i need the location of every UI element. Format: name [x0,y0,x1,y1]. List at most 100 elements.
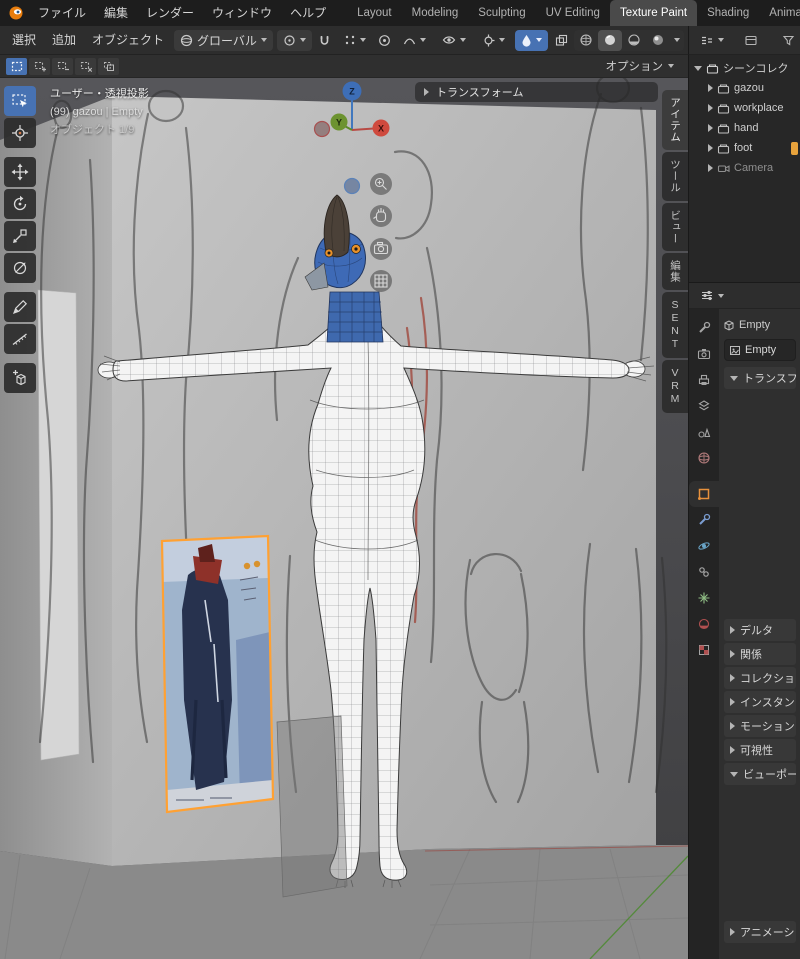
menu-add[interactable]: 追加 [44,27,84,53]
section-transform[interactable]: トランスフ [724,367,796,389]
expand-icon[interactable] [708,104,713,112]
tab-object[interactable] [689,481,719,507]
section-collections[interactable]: コレクショ [724,667,796,689]
outliner-row-foot[interactable]: foot [689,138,800,158]
tab-output[interactable] [689,367,719,393]
tool-measure[interactable] [4,324,36,354]
expand-icon[interactable] [708,84,713,92]
transform-panel-header[interactable]: トランスフォーム [415,82,658,102]
pivot-point-dropdown[interactable] [276,29,312,51]
pivot-icon [283,34,296,47]
shading-wireframe-button[interactable] [574,30,598,51]
tab-view-layer[interactable] [689,393,719,419]
outliner-row-gazou[interactable]: gazou [689,78,800,98]
tab-texture[interactable] [689,637,719,663]
annotation-dropdown[interactable] [515,29,549,51]
reference-image-object[interactable] [160,534,276,814]
section-visibility[interactable]: 可視性 [724,739,796,761]
select-mode-set-button[interactable] [6,57,27,75]
menu-edit[interactable]: 編集 [95,0,137,26]
editor-type-dropdown[interactable] [696,285,728,306]
expand-icon[interactable] [708,164,713,172]
ortho-grid-button[interactable] [370,270,392,292]
tool-rotate[interactable] [4,189,36,219]
sidebar-tab-tool[interactable]: ツール [662,152,688,201]
workspace-tab-texture-paint[interactable]: Texture Paint [609,0,698,26]
editor-type-dropdown[interactable] [696,30,728,51]
select-mode-extend-button[interactable] [29,57,50,75]
outliner-row-camera[interactable]: Camera [689,158,800,178]
options-dropdown[interactable]: オプション [598,58,683,74]
show-object-types-dropdown[interactable] [436,30,472,51]
workspace-tab-sculpting[interactable]: Sculpting [468,0,535,26]
scene-canvas[interactable]: Z Y X [0,78,688,959]
menu-help[interactable]: ヘルプ [281,0,335,26]
select-mode-subtract-button[interactable] [52,57,73,75]
outliner-row-hand[interactable]: hand [689,118,800,138]
tab-physics[interactable] [689,533,719,559]
blender-logo-icon[interactable] [8,5,24,21]
menu-file[interactable]: ファイル [29,0,95,26]
menu-object[interactable]: オブジェクト [84,27,172,53]
tool-scale[interactable] [4,221,36,251]
expand-icon[interactable] [708,124,713,132]
sidebar-tab-item[interactable]: アイテム [662,90,688,150]
tool-add-cube[interactable] [4,363,36,393]
tab-world[interactable] [689,445,719,471]
section-animation[interactable]: アニメーシ [724,921,796,943]
sidebar-tab-view[interactable]: ビュー [662,202,688,251]
shading-material-button[interactable] [622,30,646,51]
zoom-button[interactable] [370,173,392,195]
tab-constraints[interactable] [689,559,719,585]
tool-cursor[interactable] [4,118,36,148]
tab-render[interactable] [689,341,719,367]
filter-icon[interactable] [782,34,795,47]
viewport-3d[interactable]: Z Y X ユーザー・透視投影 (99) gazou | Empty オブジェク… [0,78,688,959]
tool-annotate[interactable] [4,292,36,322]
snap-settings-dropdown[interactable] [338,30,372,51]
tool-transform[interactable] [4,253,36,283]
gizmos-dropdown[interactable] [476,30,511,51]
section-motion-paths[interactable]: モーション [724,715,796,737]
expand-icon[interactable] [694,65,702,71]
outliner-row-scene-collection[interactable]: シーンコレク [689,58,800,78]
falloff-dropdown[interactable] [397,30,432,51]
select-mode-invert-button[interactable] [75,57,96,75]
shading-rendered-button[interactable] [646,30,670,51]
tool-select-box[interactable] [4,86,36,116]
workspace-tab-layout[interactable]: Layout [347,0,402,26]
workspace-tab-shading[interactable]: Shading [697,0,759,26]
section-viewport-display[interactable]: ビューポー [724,763,796,785]
expand-icon[interactable] [708,144,713,152]
sidebar-tab-vrm[interactable]: VRM [662,360,688,413]
section-relations[interactable]: 関係 [724,643,796,665]
edge-on-image-plane[interactable] [276,715,348,898]
snap-toggle-button[interactable] [316,30,334,51]
tab-modifiers[interactable] [689,507,719,533]
workspace-tab-modeling[interactable]: Modeling [402,0,469,26]
transform-orientation-dropdown[interactable]: グローバル [174,29,273,51]
menu-window[interactable]: ウィンドウ [203,0,281,26]
menu-select[interactable]: 選択 [4,27,44,53]
workspace-tab-uv-editing[interactable]: UV Editing [536,0,610,26]
section-instancing[interactable]: インスタン [724,691,796,713]
sidebar-tab-sent[interactable]: SENT [662,292,688,358]
xray-toggle-button[interactable] [552,30,570,51]
camera-view-button[interactable] [370,238,392,260]
pan-hand-button[interactable] [370,205,392,227]
tab-tool[interactable] [689,315,719,341]
tab-material[interactable] [689,611,719,637]
display-mode-icon[interactable] [744,34,758,47]
object-name-field[interactable]: Empty [724,339,796,361]
sidebar-tab-edit[interactable]: 編集 [662,253,688,290]
outliner-row-workplace[interactable]: workplace [689,98,800,118]
proportional-edit-button[interactable] [376,30,394,51]
tool-move[interactable] [4,157,36,187]
tab-object-data[interactable] [689,585,719,611]
menu-render[interactable]: レンダー [137,0,203,26]
tab-scene[interactable] [689,419,719,445]
shading-solid-button[interactable] [598,29,622,51]
section-delta-transform[interactable]: デルタ [724,619,796,641]
select-mode-intersect-button[interactable] [98,57,119,75]
workspace-tab-animation[interactable]: Anima [759,0,800,26]
